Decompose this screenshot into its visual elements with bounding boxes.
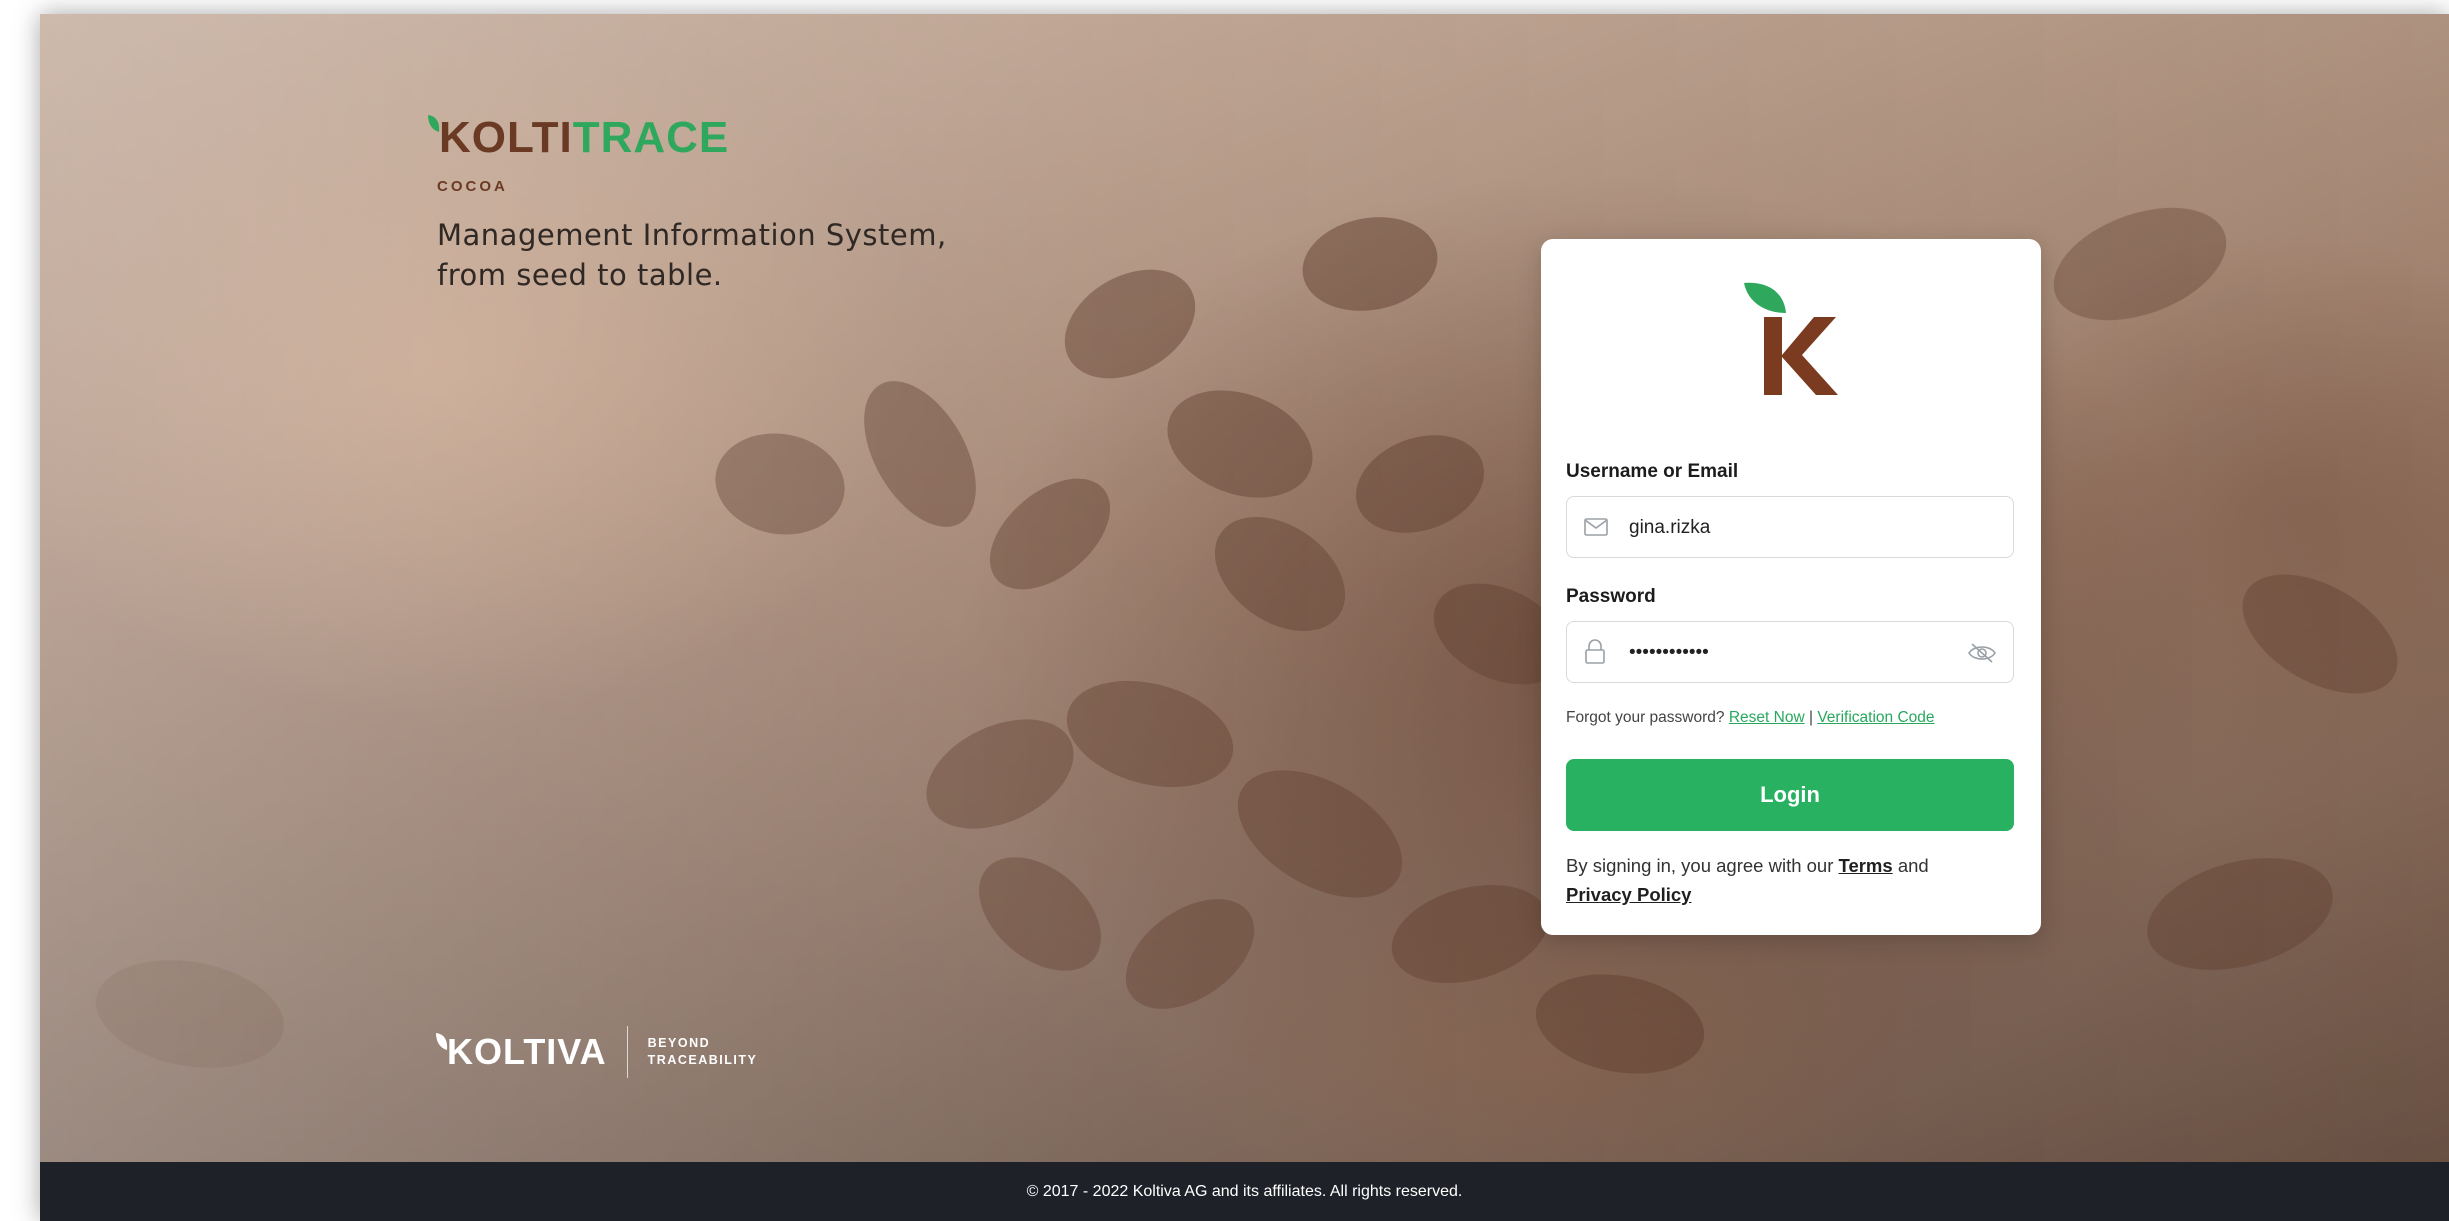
reset-now-link[interactable]: Reset Now bbox=[1729, 709, 1805, 726]
koltiva-tagline: BEYOND TRACEABILITY bbox=[648, 1035, 758, 1069]
mail-icon bbox=[1584, 518, 1608, 536]
forgot-text: Forgot your password? bbox=[1566, 709, 1725, 726]
agree-and: and bbox=[1897, 855, 1929, 876]
koltitrace-brand: KOLTI TRACE COCOA Management Information… bbox=[427, 114, 997, 295]
username-input[interactable] bbox=[1627, 509, 1931, 547]
eye-off-icon[interactable] bbox=[1967, 642, 1997, 664]
verification-code-link[interactable]: Verification Code bbox=[1817, 709, 1934, 726]
hero-overlay bbox=[40, 14, 2449, 1162]
tagline-line1: BEYOND bbox=[647, 1036, 711, 1050]
copyright-text: © 2017 - 2022 Koltiva AG and its affilia… bbox=[1026, 1182, 1463, 1200]
koltiva-k-leaf-icon bbox=[1736, 277, 1846, 402]
username-field[interactable] bbox=[1566, 496, 2014, 558]
tagline: Management Information System, from seed… bbox=[437, 218, 947, 292]
login-button[interactable]: Login bbox=[1566, 759, 2014, 831]
footer: © 2017 - 2022 Koltiva AG and its affilia… bbox=[40, 1162, 2449, 1221]
terms-link[interactable]: Terms bbox=[1839, 855, 1893, 876]
privacy-policy-link[interactable]: Privacy Policy bbox=[1566, 884, 1691, 905]
logo-divider bbox=[626, 1026, 628, 1078]
koltiva-logo: KOLTIVA BEYOND TRACEABILITY bbox=[435, 1026, 757, 1078]
logo-part-kolti: KOLTI bbox=[439, 113, 573, 162]
product-name: COCOA bbox=[437, 178, 508, 195]
koltiva-wordmark: KOLTIVA bbox=[447, 1031, 607, 1072]
forgot-password-row: Forgot your password? Reset Now | Verifi… bbox=[1566, 709, 1935, 727]
agree-prefix: By signing in, you agree with our bbox=[1566, 855, 1834, 876]
password-field[interactable] bbox=[1566, 621, 2014, 683]
password-input[interactable] bbox=[1627, 634, 1931, 672]
page-frame: KOLTI TRACE COCOA Management Information… bbox=[40, 14, 2449, 1221]
lock-icon bbox=[1585, 639, 1605, 664]
agreement-text: By signing in, you agree with our Terms … bbox=[1566, 851, 2016, 909]
tagline-line2: TRACEABILITY bbox=[647, 1053, 758, 1067]
link-separator: | bbox=[1808, 709, 1813, 726]
password-label: Password bbox=[1566, 586, 1656, 607]
logo-part-trace: TRACE bbox=[572, 113, 730, 162]
login-card: Username or Email Password Forgot your p… bbox=[1541, 239, 2041, 935]
koltitrace-logo: KOLTI TRACE bbox=[427, 114, 997, 160]
username-label: Username or Email bbox=[1566, 461, 1739, 482]
